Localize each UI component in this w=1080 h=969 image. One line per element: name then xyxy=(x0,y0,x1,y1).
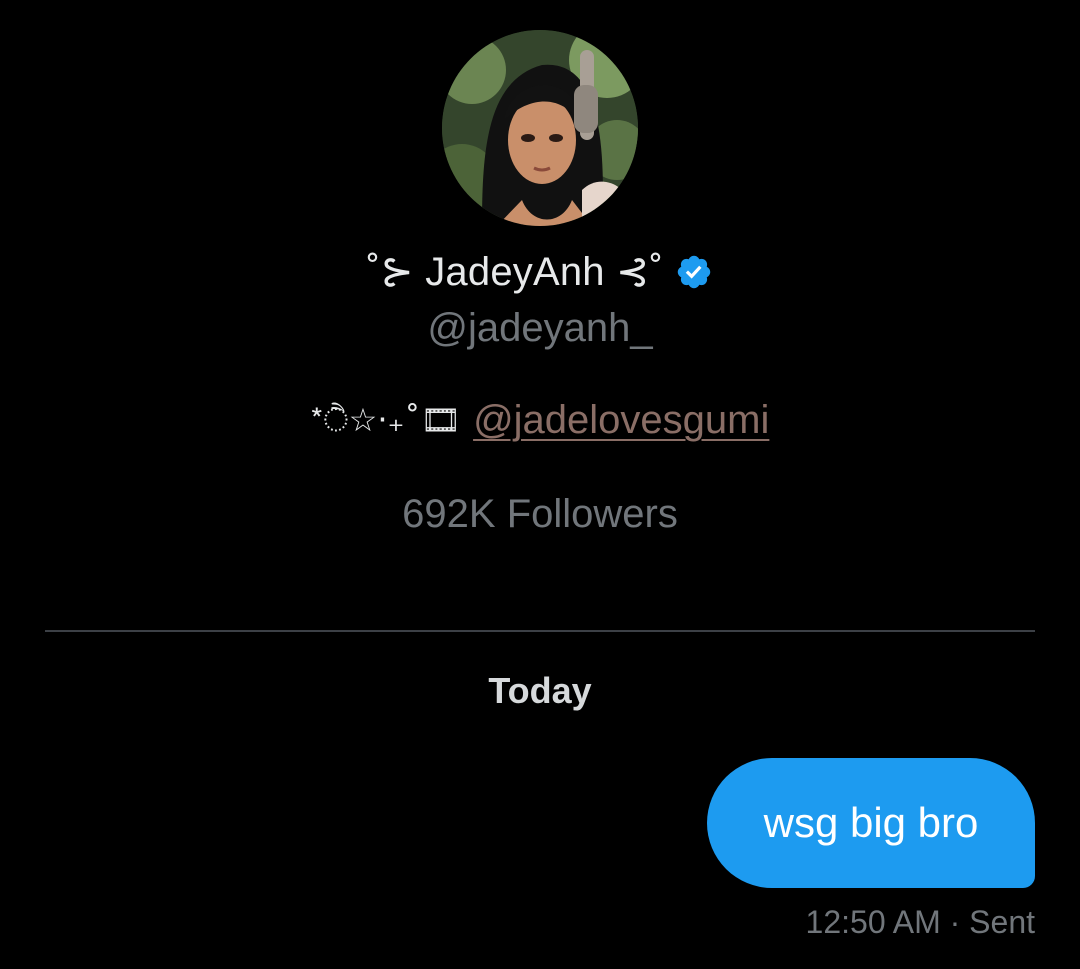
date-separator: Today xyxy=(488,670,592,711)
profile-handle: @jadeyanh_ xyxy=(427,306,653,350)
followers-count[interactable]: 692K Followers xyxy=(0,492,1080,537)
avatar[interactable] xyxy=(442,30,638,226)
bio-mention-link[interactable]: @jadelovesgumi xyxy=(473,398,769,443)
profile-name-row: ˚⊱ JadeyAnh ⊰˚ xyxy=(0,246,1080,298)
display-name[interactable]: ˚⊱ JadeyAnh ⊰˚ xyxy=(367,249,664,295)
message-text: wsg big bro xyxy=(763,799,979,846)
profile-bio: *ੈ☆‧₊˚🎞 @jadelovesgumi xyxy=(0,398,1080,443)
divider xyxy=(45,630,1035,632)
message-bubble[interactable]: wsg big bro xyxy=(707,758,1035,888)
message-meta: 12:50 AM · Sent xyxy=(805,904,1035,940)
bio-decoration: *ੈ☆‧₊˚🎞 xyxy=(310,401,462,439)
avatar-image xyxy=(442,30,638,226)
verified-badge-icon xyxy=(675,253,713,291)
